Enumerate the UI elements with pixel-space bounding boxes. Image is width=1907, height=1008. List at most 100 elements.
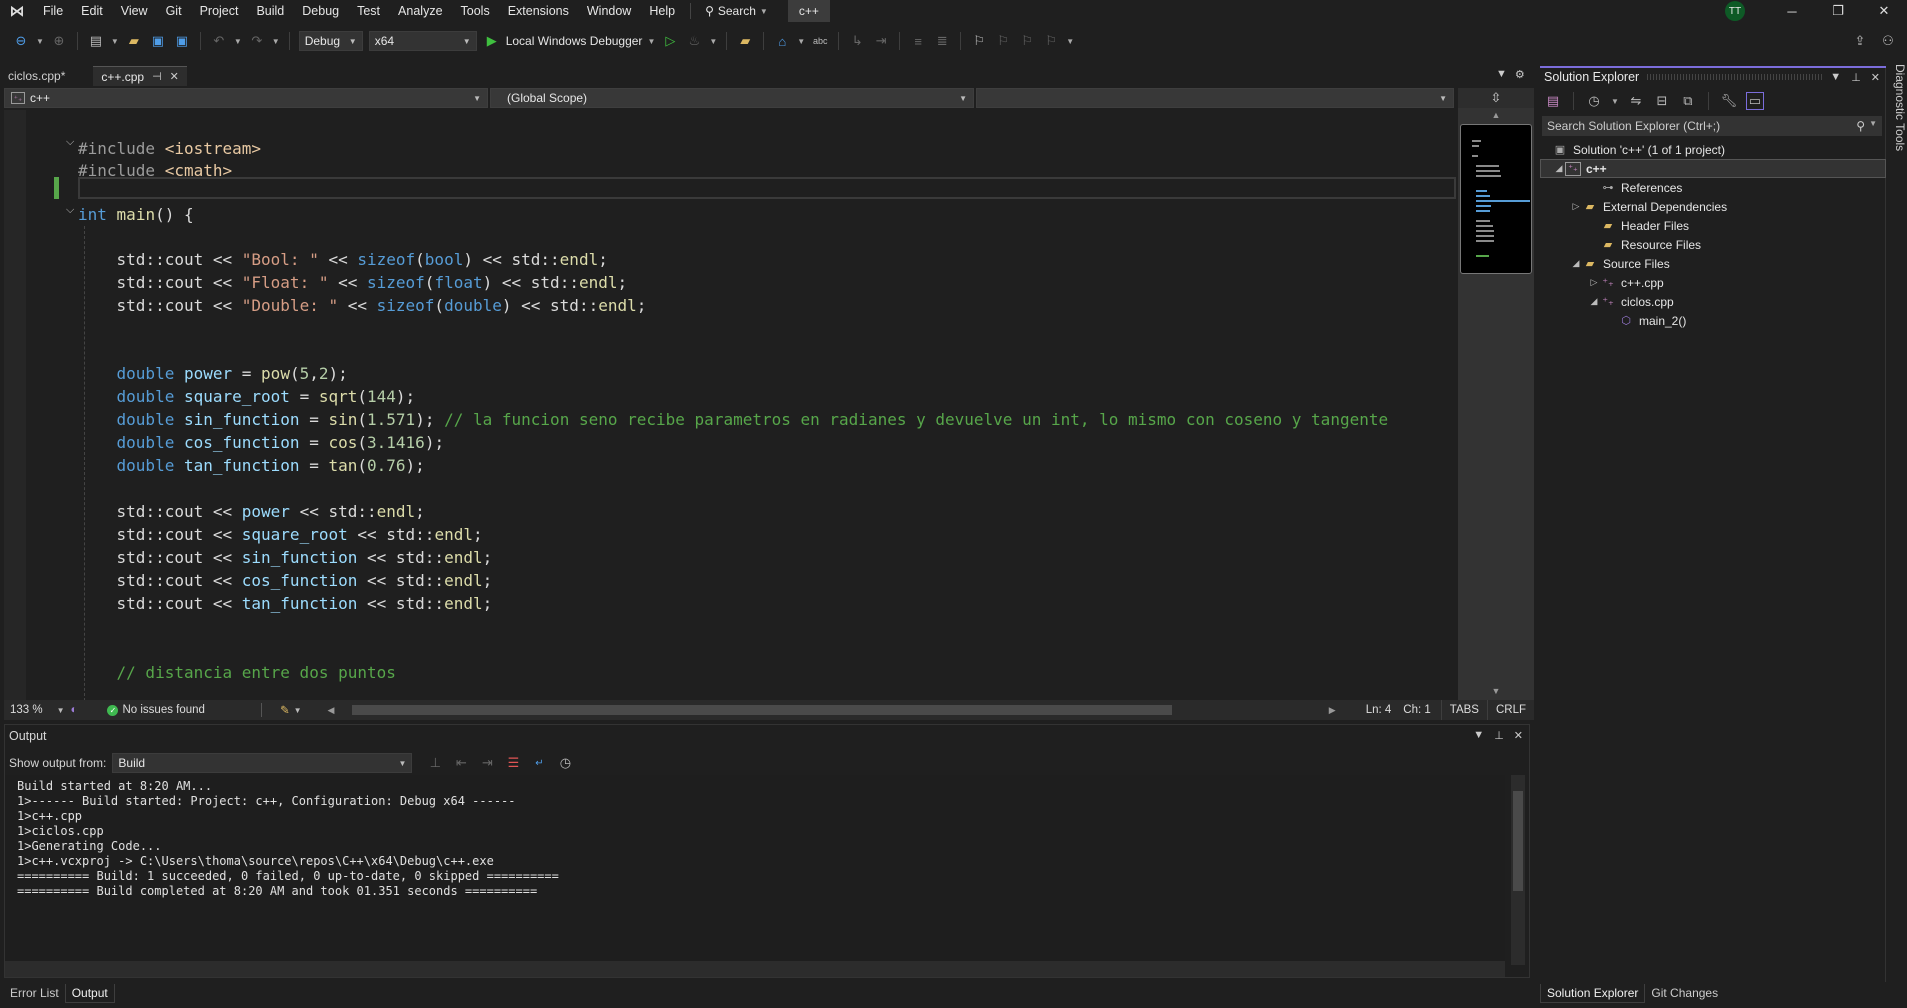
- menu-analyze[interactable]: Analyze: [389, 0, 451, 22]
- next-message-icon[interactable]: ⇥: [478, 754, 496, 772]
- solution-name-badge[interactable]: c++: [787, 0, 830, 22]
- browser-link-icon[interactable]: ⌂: [773, 32, 791, 50]
- tree-item[interactable]: ▷ ▰ External Dependencies: [1540, 197, 1886, 216]
- minimap-scrollbar[interactable]: ⇳ ▲ ▼: [1458, 88, 1534, 700]
- tree-item[interactable]: ◢ ▰ Source Files: [1540, 254, 1886, 273]
- previous-bookmark-icon[interactable]: ⚐: [994, 32, 1012, 50]
- tree-item[interactable]: ▰ Header Files: [1540, 216, 1886, 235]
- tab-ciclos-cpp[interactable]: ciclos.cpp*: [0, 66, 73, 86]
- open-file-icon[interactable]: ▰: [125, 32, 143, 50]
- minimap-viewport[interactable]: [1460, 124, 1532, 274]
- tree-item[interactable]: ◢ ⁺₊ c++: [1540, 159, 1886, 178]
- tree-item[interactable]: ◢ ⁺₊ ciclos.cpp: [1540, 292, 1886, 311]
- code-line[interactable]: std::cout << "Double: " << sizeof(double…: [78, 295, 647, 317]
- close-panel-icon[interactable]: ✕: [1871, 71, 1880, 84]
- menu-help[interactable]: Help: [640, 0, 684, 22]
- save-icon[interactable]: ▣: [149, 32, 167, 50]
- code-line[interactable]: // distancia entre dos puntos: [78, 662, 396, 684]
- code-line[interactable]: double sin_function = sin(1.571); // la …: [78, 409, 1389, 431]
- chevron-down-icon[interactable]: ▼: [234, 37, 242, 46]
- issues-indicator[interactable]: ✓ No issues found: [101, 704, 210, 716]
- pending-changes-filter-icon[interactable]: ◷: [1585, 92, 1603, 110]
- tree-item[interactable]: ▰ Resource Files: [1540, 235, 1886, 254]
- window-position-dropdown-icon[interactable]: ▼: [1473, 729, 1484, 742]
- expanded-arrow-icon[interactable]: ◢: [1588, 296, 1600, 307]
- scroll-right-arrow-icon[interactable]: ▶: [1329, 705, 1336, 716]
- hot-reload-icon[interactable]: ♨: [685, 32, 703, 50]
- diagnostic-tools-tab[interactable]: Diagnostic Tools: [1890, 64, 1907, 224]
- spell-check-icon[interactable]: abc: [811, 32, 829, 50]
- pin-panel-icon[interactable]: ⊥: [1851, 71, 1861, 84]
- minimize-button[interactable]: ─: [1769, 4, 1815, 19]
- tab-solution-explorer[interactable]: Solution Explorer: [1540, 984, 1646, 1003]
- project-dropdown[interactable]: ⁺₊ c++ ▼: [4, 88, 488, 108]
- live-share-icon[interactable]: ⇪: [1851, 32, 1869, 50]
- chevron-down-icon[interactable]: ▼: [272, 37, 280, 46]
- scroll-down-arrow-icon[interactable]: ▼: [1458, 686, 1534, 696]
- menu-extensions[interactable]: Extensions: [499, 0, 578, 22]
- output-horizontal-scrollbar[interactable]: [5, 961, 1505, 977]
- next-bookmark-icon[interactable]: ⚐: [1018, 32, 1036, 50]
- collapsed-arrow-icon[interactable]: ▷: [1588, 277, 1600, 288]
- navigate-forward-icon[interactable]: ⊕: [50, 32, 68, 50]
- code-cleanup-button[interactable]: ✎ ▼: [274, 703, 308, 717]
- chevron-down-icon[interactable]: ▼: [1611, 97, 1619, 106]
- menu-tools[interactable]: Tools: [452, 0, 499, 22]
- code-line[interactable]: double power = pow(5,2);: [78, 363, 348, 385]
- code-line[interactable]: std::cout << sin_function << std::endl;: [78, 547, 493, 569]
- zoom-dropdown[interactable]: 133 % ▼: [4, 704, 71, 716]
- scrollbar-thumb[interactable]: [352, 705, 1173, 715]
- menu-git[interactable]: Git: [157, 0, 191, 22]
- column-number[interactable]: Ch: 1: [1397, 704, 1437, 716]
- chevron-down-icon[interactable]: ▼: [111, 37, 119, 46]
- menu-edit[interactable]: Edit: [72, 0, 112, 22]
- switch-views-icon[interactable]: ▤: [1544, 92, 1562, 110]
- search-button[interactable]: ⚲ Search ▼: [697, 4, 776, 18]
- window-position-dropdown-icon[interactable]: ▼: [1830, 71, 1841, 84]
- preview-selected-items-icon[interactable]: ▭: [1745, 92, 1764, 110]
- code-line[interactable]: int main() {: [78, 204, 194, 226]
- word-wrap-icon[interactable]: ↵: [530, 754, 548, 772]
- fold-collapse-icon[interactable]: ⌵: [66, 136, 74, 149]
- solution-explorer-search[interactable]: Search Solution Explorer (Ctrl+;) ⚲ ▼: [1542, 116, 1882, 136]
- menu-file[interactable]: File: [34, 0, 72, 22]
- step-into-icon[interactable]: ↳: [848, 32, 866, 50]
- horizontal-scrollbar[interactable]: [344, 704, 1318, 716]
- scroll-left-arrow-icon[interactable]: ◀: [328, 705, 335, 716]
- settings-gear-icon[interactable]: ⚙: [1515, 68, 1525, 81]
- indentation-mode[interactable]: TABS: [1440, 700, 1487, 720]
- code-line[interactable]: std::cout << "Float: " << sizeof(float) …: [78, 272, 628, 294]
- redo-icon[interactable]: ↷: [248, 32, 266, 50]
- pin-panel-icon[interactable]: ⊥: [1494, 729, 1504, 742]
- tree-item[interactable]: ▷ ⁺₊ c++.cpp: [1540, 273, 1886, 292]
- expanded-arrow-icon[interactable]: ◢: [1570, 258, 1582, 269]
- chevron-down-icon[interactable]: ▼: [709, 37, 717, 46]
- new-project-icon[interactable]: ▤: [87, 32, 105, 50]
- fold-collapse-icon[interactable]: ⌵: [66, 204, 74, 217]
- code-line[interactable]: double tan_function = tan(0.76);: [78, 455, 425, 477]
- code-line[interactable]: #include <iostream>: [78, 138, 261, 160]
- navigate-back-icon[interactable]: ⊖: [12, 32, 30, 50]
- close-panel-icon[interactable]: ✕: [1514, 729, 1523, 742]
- code-editor[interactable]: ⌵ ⌵ #include <iostream> #include <cmath> i…: [4, 110, 1458, 700]
- output-text[interactable]: Build started at 8:20 AM... 1>------ Bui…: [5, 775, 1505, 963]
- clear-all-icon[interactable]: ☰: [504, 754, 522, 772]
- code-line[interactable]: double cos_function = cos(3.1416);: [78, 432, 445, 454]
- uncomment-lines-icon[interactable]: ≣: [933, 32, 951, 50]
- menu-project[interactable]: Project: [191, 0, 248, 22]
- code-line[interactable]: #include <cmath>: [78, 160, 232, 182]
- expanded-arrow-icon[interactable]: ◢: [1553, 163, 1565, 174]
- line-number[interactable]: Ln: 4: [1360, 704, 1398, 716]
- avatar[interactable]: TT: [1725, 1, 1745, 21]
- scroll-up-arrow-icon[interactable]: ▲: [1458, 110, 1534, 120]
- find-in-files-icon[interactable]: ▰: [736, 32, 754, 50]
- code-line[interactable]: std::cout << tan_function << std::endl;: [78, 593, 493, 615]
- save-all-icon[interactable]: ▣: [173, 32, 191, 50]
- show-all-files-icon[interactable]: ⧉: [1679, 92, 1697, 110]
- menu-debug[interactable]: Debug: [293, 0, 348, 22]
- collapsed-arrow-icon[interactable]: ▷: [1570, 201, 1582, 212]
- menu-window[interactable]: Window: [578, 0, 640, 22]
- find-message-in-code-icon[interactable]: ⊥: [426, 754, 444, 772]
- restore-button[interactable]: ❐: [1815, 3, 1861, 19]
- chevron-down-icon[interactable]: ▼: [797, 37, 805, 46]
